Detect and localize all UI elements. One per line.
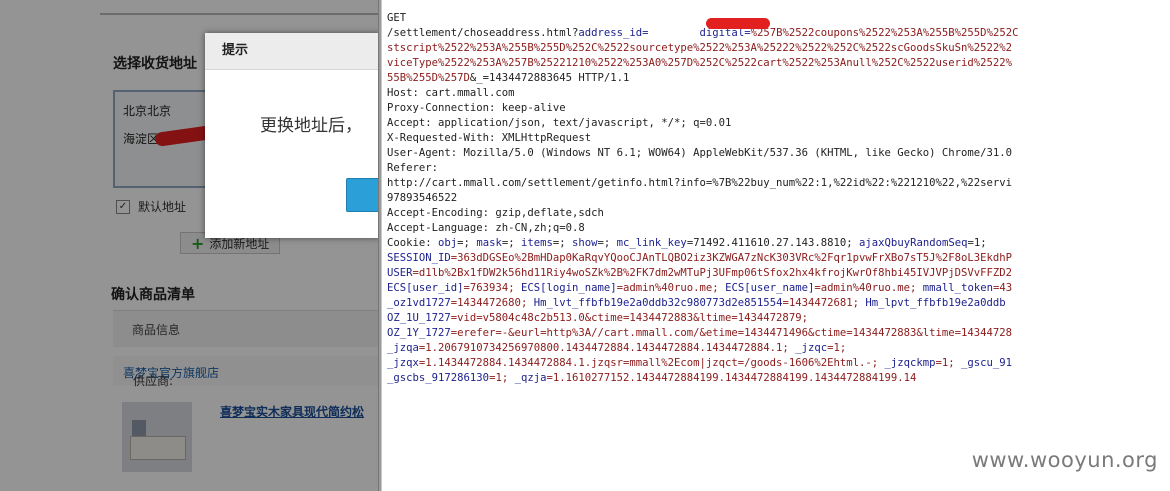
alert-dialog: 提示 更换地址后， [205, 33, 380, 238]
request-token: _gscbs_917286130 [387, 372, 490, 384]
request-token: =1; [967, 237, 987, 249]
request-token: mask [476, 237, 502, 249]
request-token: SESSION_ID [387, 252, 451, 264]
request-token: ECS[user_name] [725, 282, 815, 294]
request-line: _gscbs_917286130=1; _qzja=1.1610277152.1… [387, 371, 916, 386]
request-token: _gscu_91 [961, 357, 1013, 369]
request-line: Accept-Encoding: gzip,deflate,sdch [387, 206, 604, 221]
request-token: =71492.411610.27.143.8810; [686, 237, 860, 249]
request-line: OZ_1Y_1727=erefer=-&eurl=http%3A//cart.m… [387, 326, 1012, 341]
request-token: =363dDGSEo%2BmHDap0KaRqvYQooCJAnTLQBO2iz… [450, 252, 1013, 264]
request-line: GET [387, 11, 406, 26]
request-line: Proxy-Connection: keep-alive [387, 101, 566, 116]
request-token: =; [457, 237, 477, 249]
request-token: ECS[user_id] [387, 282, 464, 294]
request-token: address_id= [578, 27, 649, 39]
request-token: Cookie: [387, 237, 439, 249]
request-token: _jzqckmp [884, 357, 936, 369]
request-token: ECS[login_name] [520, 282, 617, 294]
request-token: %257B%2522coupons%2522%253A%255B%255D%25… [750, 27, 1019, 39]
request-line: Cookie: obj=; mask=; items=; show=; mc_l… [387, 236, 987, 251]
request-token: OZ_1Y_1727 [387, 327, 451, 339]
request-line: viceType%2522%253A%257B%25221210%2522%25… [387, 56, 1012, 71]
request-line: User-Agent: Mozilla/5.0 (Windows NT 6.1;… [387, 146, 1012, 161]
request-token: Accept-Language: zh-CN,zh;q=0.8 [387, 222, 585, 234]
request-token: Accept: application/json, text/javascrip… [387, 117, 732, 129]
request-token: =1.2067910734256970800.1434472884.143447… [418, 342, 796, 354]
request-token: 97893546522 [387, 192, 458, 204]
request-token: =1434472680; [450, 297, 534, 309]
redaction-mark [706, 18, 770, 29]
request-line: OZ_1U_1727=vid=v5804c48c2b513.0&ctime=14… [387, 311, 808, 326]
raw-request-panel: GET/settlement/choseaddress.html?address… [382, 0, 1170, 491]
request-token: =763934; [463, 282, 521, 294]
request-token: =1.1610277152.1434472884199.143447288419… [546, 372, 917, 384]
web-page-panel: 选择收货地址 北京北京 （阿 海淀区 ✓ 默认地址 + 添加新地址 确认商品清单… [0, 0, 380, 491]
request-line: SESSION_ID=363dDGSEo%2BmHDap0KaRqvYQooCJ… [387, 251, 1012, 266]
request-token: =erefer=-&eurl=http%3A//cart.mmall.com/&… [450, 327, 1013, 339]
request-token: /settlement/choseaddress.html? [387, 27, 579, 39]
request-token: GET [387, 12, 407, 24]
request-token: http://cart.mmall.com/settlement/getinfo… [387, 177, 1013, 189]
request-token: Hm_lvt_ffbfb19e2a0ddb32c980773d2e851554 [533, 297, 783, 309]
request-token: =vid=v5804c48c2b513.0&ctime=1434472883&l… [450, 312, 808, 324]
request-token: ajaxQbuyRandomSeq [859, 237, 968, 249]
request-token: viceType%2522%253A%257B%25221210%2522%25… [387, 57, 1013, 69]
request-line: ECS[user_id]=763934; ECS[login_name]=adm… [387, 281, 1012, 296]
request-line: _jzqx=1.1434472884.1434472884.1.jzqsr=mm… [387, 356, 1012, 371]
request-token: =admin%40ruo.me; [616, 282, 726, 294]
request-line: Accept-Language: zh-CN,zh;q=0.8 [387, 221, 585, 236]
request-token: =1; [827, 342, 847, 354]
request-token: =1434472681; [782, 297, 866, 309]
watermark: www.wooyun.org [971, 448, 1158, 472]
dialog-message: 更换地址后， [260, 116, 362, 136]
request-token: mmall_token [922, 282, 993, 294]
request-token: =1.1434472884.1434472884.1.jzqsr=mmall%2… [418, 357, 885, 369]
request-token: _jzqa [387, 342, 419, 354]
request-line: 97893546522 [387, 191, 457, 206]
request-token [649, 27, 700, 39]
request-line: _jzqa=1.2067910734256970800.1434472884.1… [387, 341, 846, 356]
request-line: stscript%2522%253A%255B%255D%252C%2522so… [387, 41, 1012, 56]
request-token: =d1lb%2Bx1fDW2k56hd11Riy4woSZk%2B%2FK7dm… [412, 267, 1013, 279]
request-token: items [520, 237, 553, 249]
request-token: X-Requested-With: XMLHttpRequest [387, 132, 592, 144]
request-token: Proxy-Connection: keep-alive [387, 102, 566, 114]
request-token: Hm_lpvt_ffbfb19e2a0ddb [865, 297, 1006, 309]
request-token: =; [552, 237, 572, 249]
request-line: /settlement/choseaddress.html?address_id… [387, 26, 1018, 41]
request-token: stscript%2522%253A%255B%255D%252C%2522so… [387, 42, 1013, 54]
request-line: Accept: application/json, text/javascrip… [387, 116, 731, 131]
request-line: X-Requested-With: XMLHttpRequest [387, 131, 591, 146]
request-token: Referer: [387, 162, 439, 174]
request-line: Host: cart.mmall.com [387, 86, 515, 101]
request-token: Host: cart.mmall.com [387, 87, 515, 99]
request-token: =; [501, 237, 521, 249]
dialog-confirm-button[interactable] [346, 178, 380, 212]
request-line: _oz1vd1727=1434472680; Hm_lvt_ffbfb19e2a… [387, 296, 1006, 311]
request-token: 55B%255D%257D [387, 72, 470, 84]
request-token: =1; [935, 357, 962, 369]
request-token: mc_link_key [616, 237, 687, 249]
request-token: =; [597, 237, 617, 249]
dialog-title: 提示 [205, 33, 380, 70]
request-token: _qzja [514, 372, 547, 384]
request-token: obj [438, 237, 458, 249]
request-token: =admin%40ruo.me; [814, 282, 923, 294]
request-token: &_=1434472883645 HTTP/1.1 [469, 72, 630, 84]
request-token: User-Agent: Mozilla/5.0 (Windows NT 6.1;… [387, 147, 1013, 159]
request-token: Accept-Encoding: gzip,deflate,sdch [387, 207, 604, 219]
request-line: http://cart.mmall.com/settlement/getinfo… [387, 176, 1012, 191]
request-token: _jzqc [795, 342, 828, 354]
request-token: USER [387, 267, 413, 279]
request-token: _jzqx [387, 357, 419, 369]
request-token: _oz1vd1727 [387, 297, 451, 309]
request-token: =1; [489, 372, 515, 384]
request-token: =43 [992, 282, 1013, 294]
request-line: Referer: [387, 161, 438, 176]
request-token: OZ_1U_1727 [387, 312, 451, 324]
request-token: show [572, 237, 598, 249]
request-line: 55B%255D%257D&_=1434472883645 HTTP/1.1 [387, 71, 629, 86]
request-line: USER=d1lb%2Bx1fDW2k56hd11Riy4woSZk%2B%2F… [387, 266, 1012, 281]
